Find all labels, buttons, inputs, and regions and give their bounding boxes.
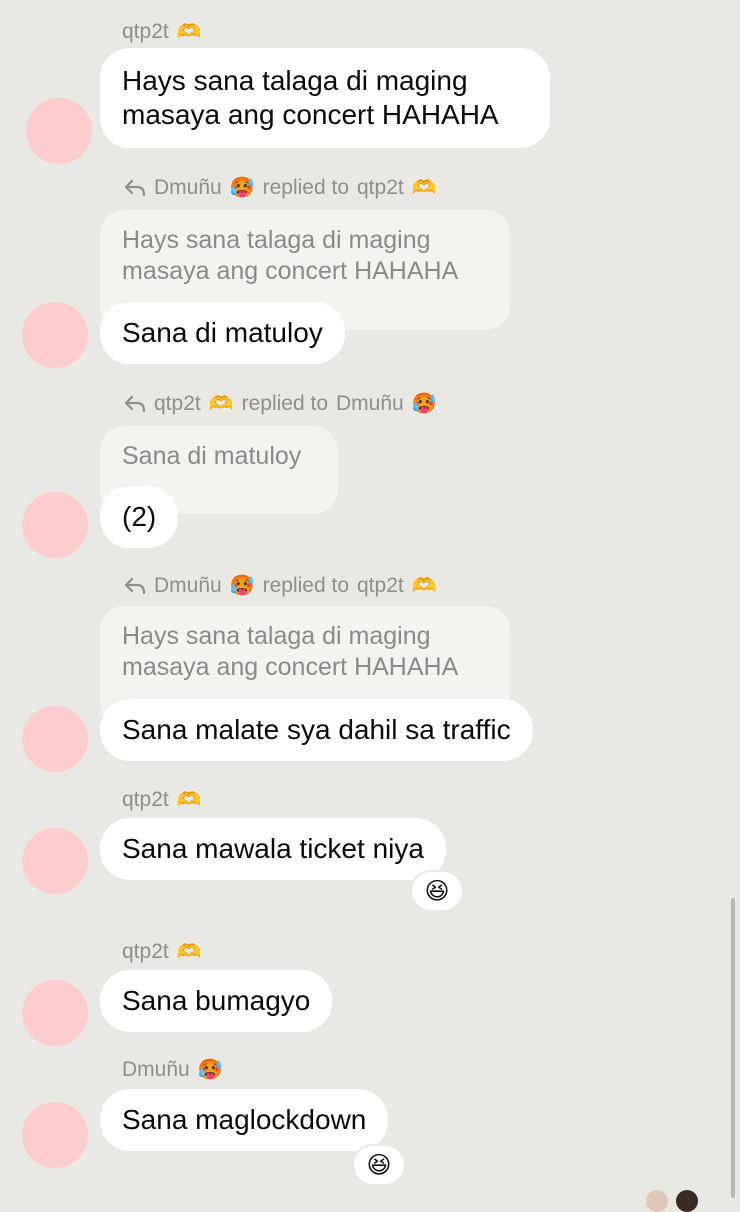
message-text: Sana malate sya dahil sa traffic — [122, 714, 511, 745]
message-bubble[interactable]: Hays sana talaga di maging masaya ang co… — [100, 48, 550, 148]
heart-hands-emoji-icon: 🫶 — [176, 941, 202, 963]
message-bubble[interactable]: Sana di matuloy — [100, 302, 345, 364]
reply-arrow-icon — [124, 179, 146, 197]
heart-hands-emoji-icon: 🫶 — [411, 575, 437, 597]
message-text: Sana bumagyo — [122, 985, 311, 1016]
message-text: Sana di matuloy — [122, 317, 323, 348]
read-receipt-avatar — [676, 1190, 698, 1212]
hot-face-emoji-icon: 🥵 — [229, 575, 255, 597]
message-bubble[interactable]: Sana bumagyo — [100, 970, 333, 1032]
read-receipt-avatar — [646, 1190, 668, 1212]
hot-face-emoji-icon: 🥵 — [411, 393, 437, 415]
message-bubble[interactable]: Sana maglockdown — [100, 1089, 389, 1151]
sender-name: Dmuñu 🥵 — [122, 1058, 223, 1081]
hot-face-emoji-icon: 🥵 — [197, 1059, 223, 1081]
avatar[interactable] — [22, 492, 88, 558]
message-text: Sana maglockdown — [122, 1104, 367, 1135]
reply-header: Dmuñu 🥵 replied to qtp2t 🫶 — [124, 176, 437, 200]
message-bubble[interactable]: Sana mawala ticket niya — [100, 818, 446, 880]
reaction-badge[interactable]: 😆 — [354, 1146, 404, 1184]
message-bubble[interactable]: (2) — [100, 486, 179, 548]
sender-name: qtp2t 🫶 — [122, 788, 202, 811]
reply-arrow-icon — [124, 577, 146, 595]
avatar[interactable] — [22, 980, 88, 1046]
quoted-text: Sana di matuloy — [122, 442, 302, 470]
quoted-text: Hays sana talaga di maging masaya ang co… — [122, 622, 459, 681]
hot-face-emoji-icon: 🥵 — [229, 177, 255, 199]
avatar[interactable] — [22, 828, 88, 894]
reply-header: Dmuñu 🥵 replied to qtp2t 🫶 — [124, 574, 437, 598]
avatar[interactable] — [26, 98, 92, 164]
quoted-text: Hays sana talaga di maging masaya ang co… — [122, 226, 459, 285]
avatar[interactable] — [22, 706, 88, 772]
grinning-squinting-emoji-icon: 😆 — [366, 1151, 392, 1179]
reaction-badge[interactable]: 😆 — [412, 872, 462, 910]
avatar[interactable] — [22, 302, 88, 368]
scrollbar[interactable] — [731, 898, 735, 1198]
sender-name: qtp2t 🫶 — [122, 20, 202, 43]
grinning-squinting-emoji-icon: 😆 — [424, 877, 450, 905]
reply-header: qtp2t 🫶 replied to Dmuñu 🥵 — [124, 392, 437, 416]
heart-hands-emoji-icon: 🫶 — [176, 21, 202, 43]
message-text: Hays sana talaga di maging masaya ang co… — [122, 65, 499, 130]
heart-hands-emoji-icon: 🫶 — [411, 177, 437, 199]
sender-name: qtp2t 🫶 — [122, 940, 202, 963]
message-bubble[interactable]: Sana malate sya dahil sa traffic — [100, 699, 533, 761]
message-text: Sana mawala ticket niya — [122, 833, 424, 864]
heart-hands-emoji-icon: 🫶 — [208, 393, 234, 415]
reply-arrow-icon — [124, 395, 146, 413]
avatar[interactable] — [22, 1102, 88, 1168]
heart-hands-emoji-icon: 🫶 — [176, 789, 202, 811]
message-text: (2) — [122, 501, 157, 532]
